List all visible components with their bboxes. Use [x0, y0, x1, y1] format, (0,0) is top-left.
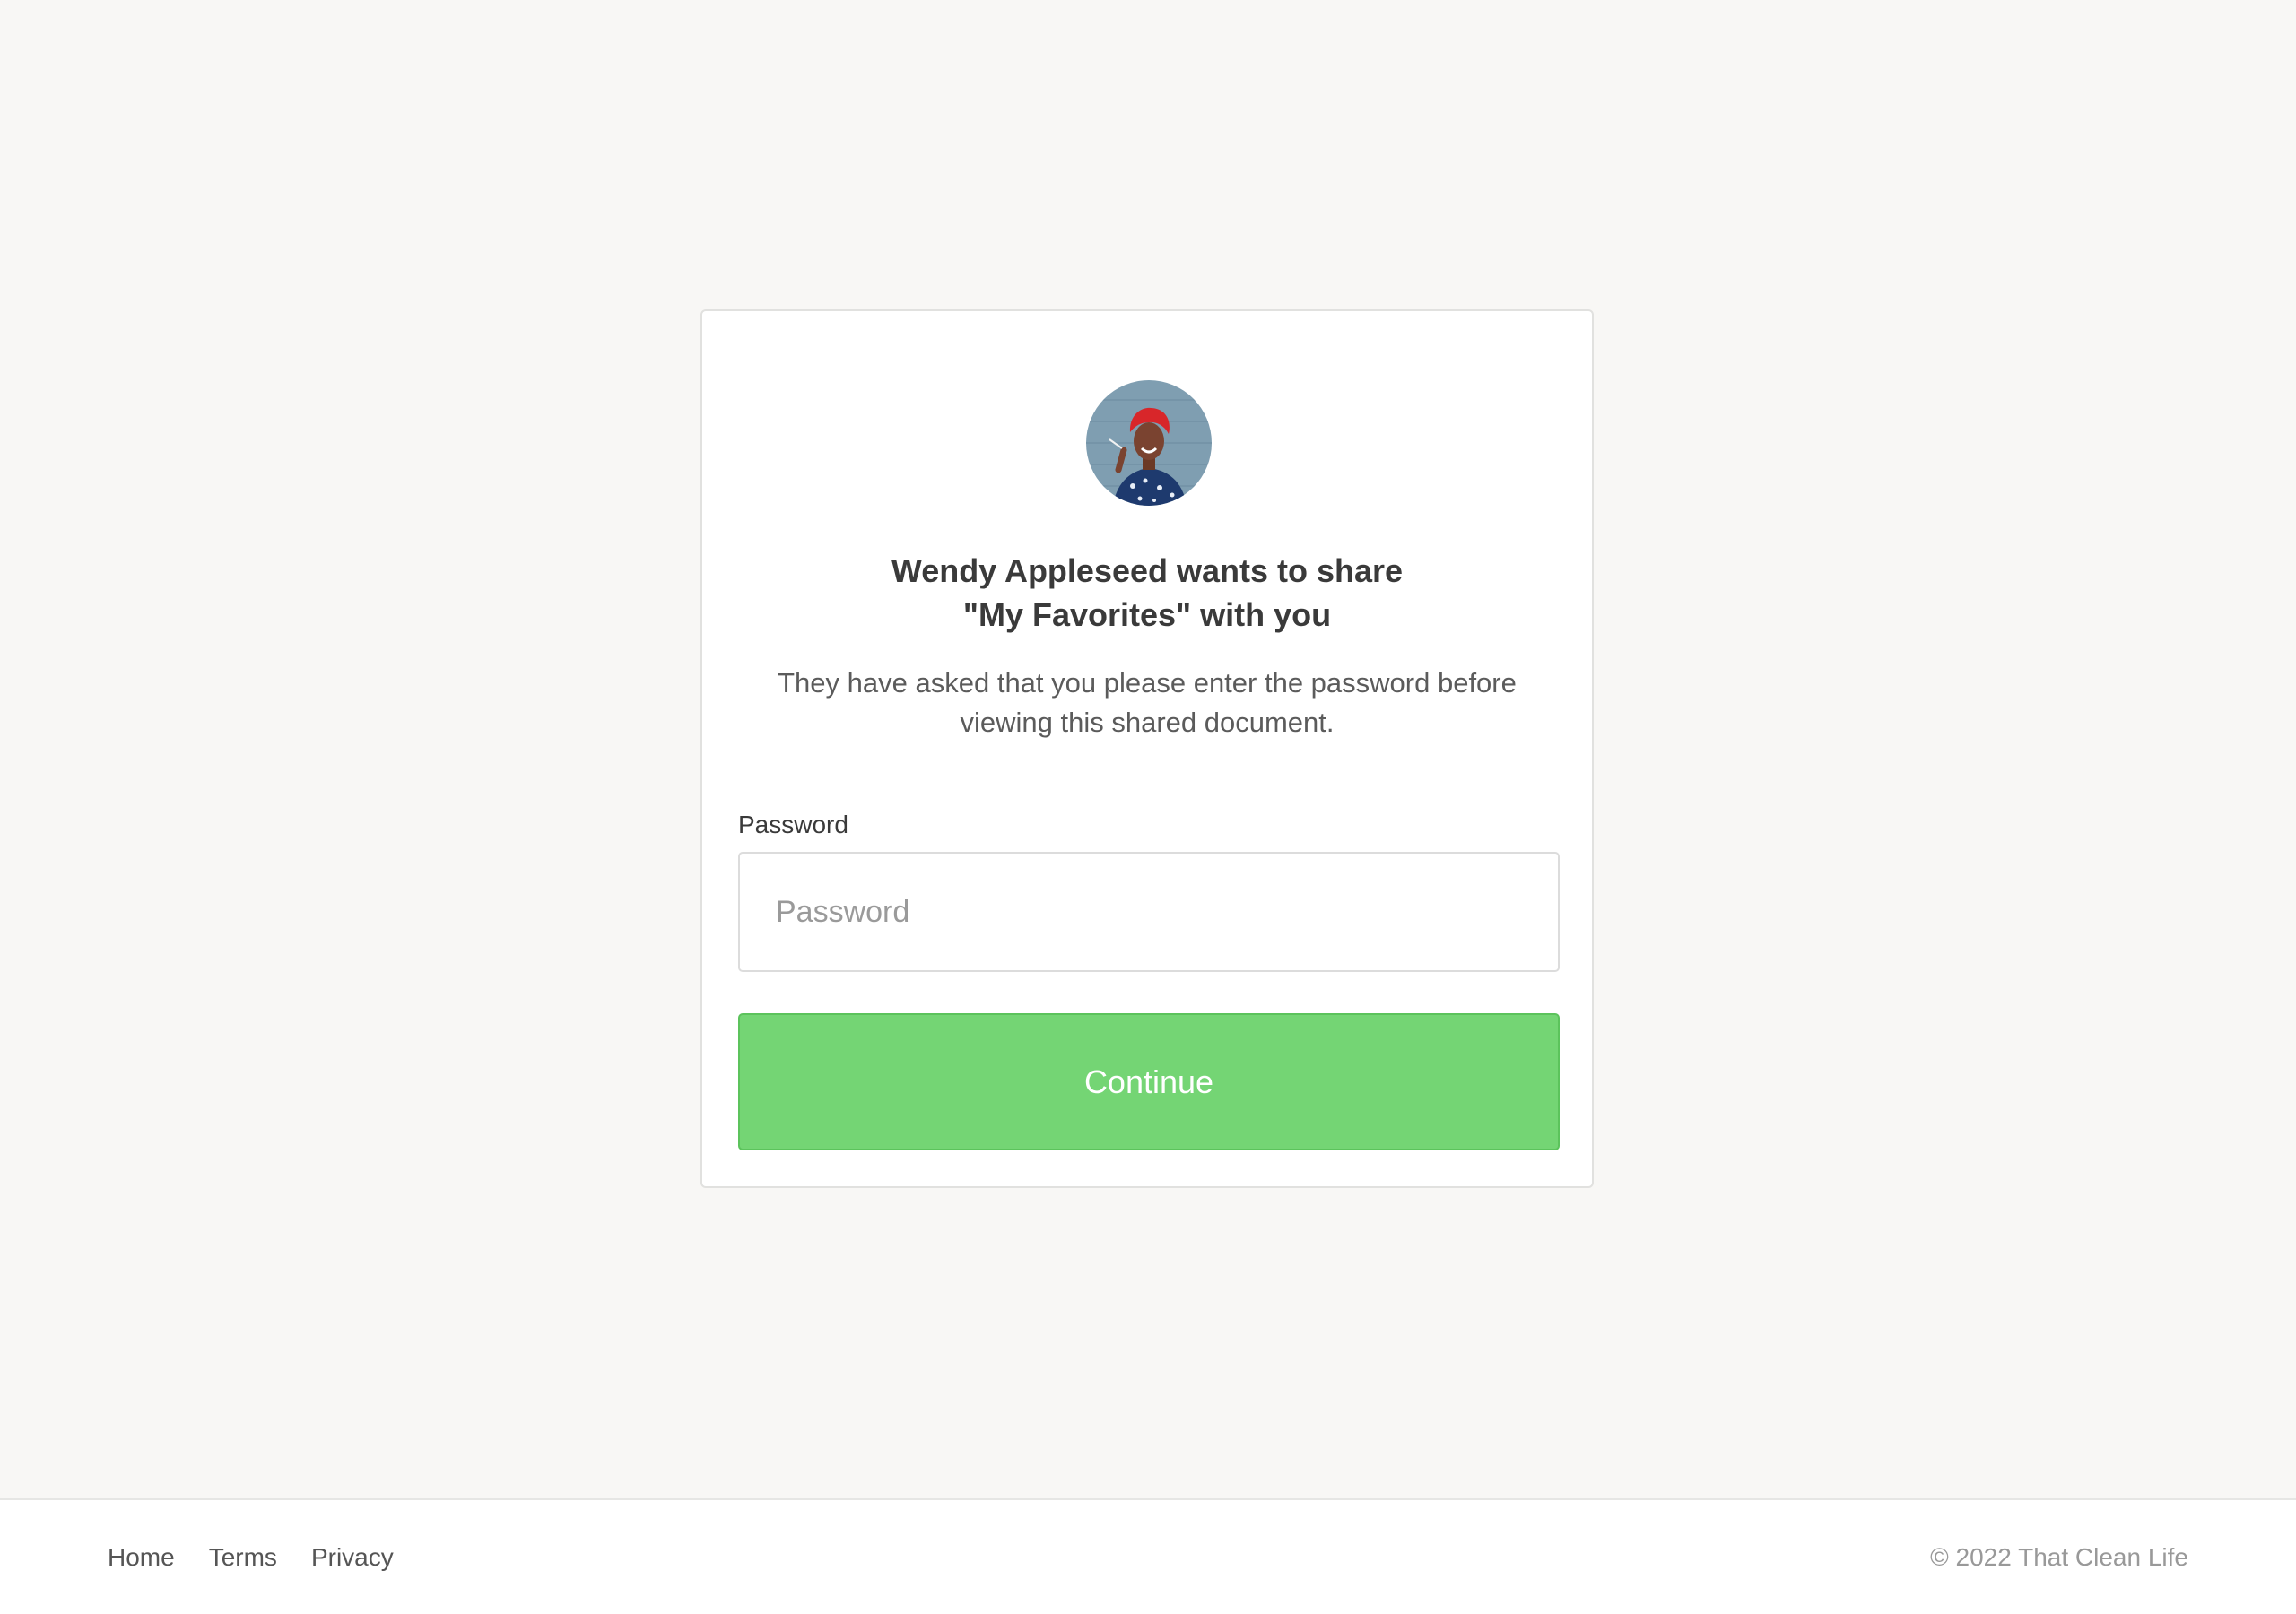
- main-area: Wendy Appleseed wants to share "My Favor…: [0, 0, 2296, 1498]
- footer-link-terms[interactable]: Terms: [209, 1543, 277, 1572]
- share-card: Wendy Appleseed wants to share "My Favor…: [700, 309, 1594, 1188]
- password-input[interactable]: [738, 852, 1560, 972]
- footer-nav: Home Terms Privacy: [108, 1500, 394, 1614]
- continue-button[interactable]: Continue: [738, 1013, 1560, 1150]
- share-description: They have asked that you please enter th…: [738, 664, 1556, 742]
- share-description-line-2: viewing this shared document.: [960, 707, 1335, 738]
- avatar: [1086, 380, 1212, 506]
- share-title-line-1: Wendy Appleseed wants to share: [891, 552, 1404, 589]
- share-description-line-1: They have asked that you please enter th…: [778, 667, 1517, 699]
- share-title: Wendy Appleseed wants to share "My Favor…: [738, 549, 1556, 637]
- copyright-text: © 2022 That Clean Life: [1930, 1542, 2188, 1571]
- avatar-photo: [1086, 380, 1212, 506]
- share-title-line-2: "My Favorites" with you: [962, 596, 1332, 633]
- footer-link-privacy[interactable]: Privacy: [311, 1543, 394, 1572]
- password-label: Password: [738, 811, 848, 838]
- footer-link-home[interactable]: Home: [108, 1543, 175, 1572]
- footer: Home Terms Privacy © 2022 That Clean Lif…: [0, 1498, 2296, 1614]
